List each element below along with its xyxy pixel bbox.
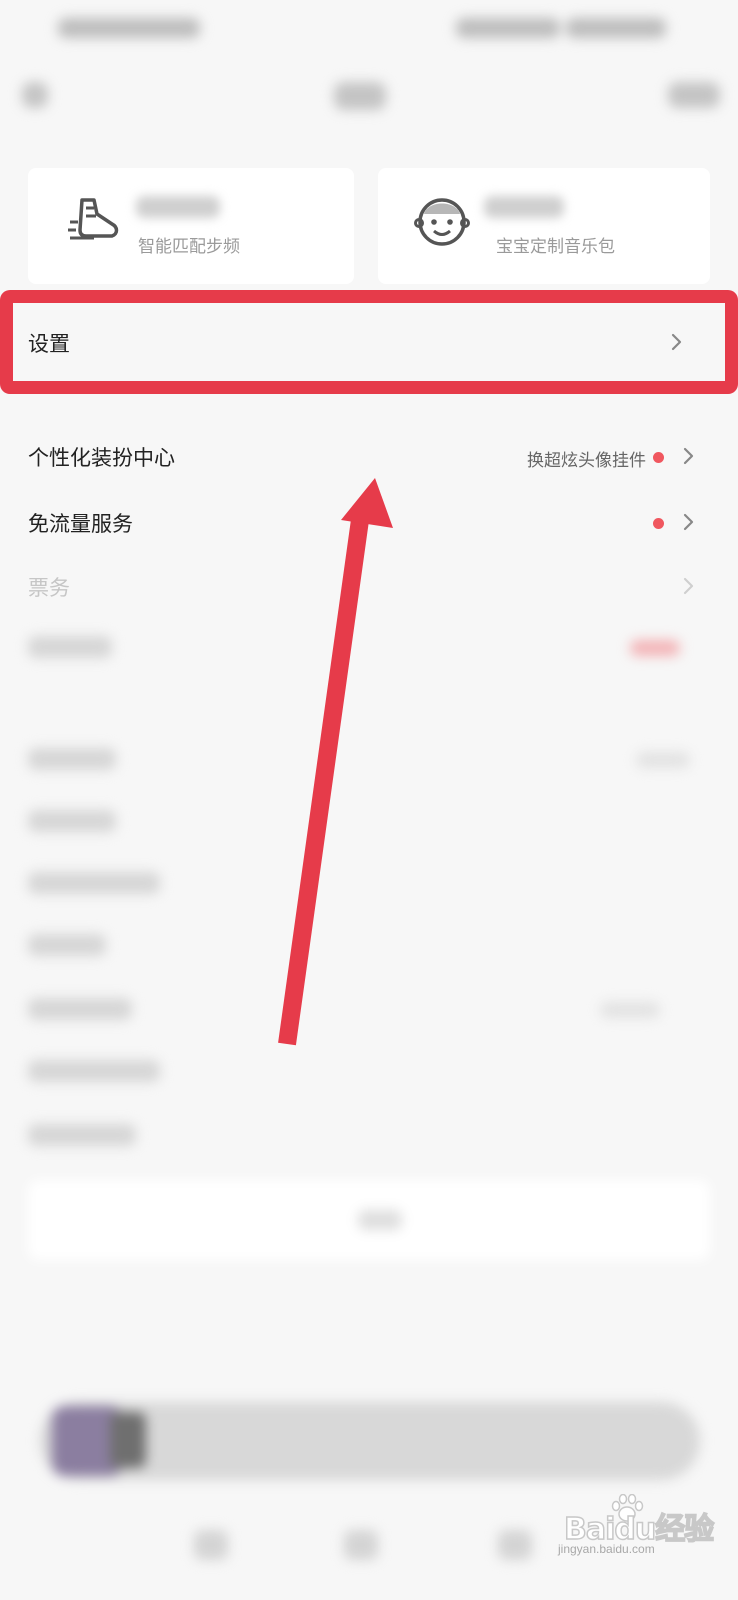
blurred-row bbox=[28, 636, 112, 658]
watermark: Baidu经验 jingyan.baidu.com bbox=[548, 1492, 728, 1566]
baby-card-title-blur bbox=[484, 196, 564, 218]
blurred-row bbox=[28, 810, 116, 832]
status-time-blur bbox=[58, 18, 200, 38]
settings-label: 设置 bbox=[28, 333, 70, 356]
baby-card[interactable]: 宝宝定制音乐包 bbox=[378, 168, 710, 284]
menu-label: 免流量服务 bbox=[28, 513, 133, 536]
mini-player[interactable] bbox=[40, 1402, 700, 1480]
blurred-row-right bbox=[600, 1002, 660, 1018]
logout-text-blur bbox=[358, 1210, 402, 1230]
album-cover-secondary bbox=[110, 1412, 146, 1468]
menu-row-personalize[interactable]: 个性化装扮中心 换超炫头像挂件 bbox=[0, 428, 738, 484]
menu-row-tickets[interactable]: 票务 bbox=[0, 558, 738, 614]
top-nav-bar bbox=[0, 64, 738, 128]
nav-action-blur[interactable] bbox=[668, 82, 720, 108]
menu-label: 票务 bbox=[28, 577, 70, 600]
running-card[interactable]: 智能匹配步频 bbox=[28, 168, 354, 284]
page-title-blur bbox=[334, 82, 386, 110]
blurred-row bbox=[28, 998, 132, 1020]
logout-card[interactable] bbox=[28, 1180, 710, 1260]
baby-card-subtitle: 宝宝定制音乐包 bbox=[496, 237, 615, 256]
watermark-site: jingyan.baidu.com bbox=[558, 1542, 655, 1556]
blurred-row bbox=[28, 934, 106, 956]
blurred-row bbox=[28, 1060, 160, 1082]
chevron-right-icon bbox=[683, 577, 694, 595]
status-bar bbox=[0, 0, 738, 56]
chevron-right-icon bbox=[671, 333, 682, 351]
running-card-subtitle: 智能匹配步频 bbox=[138, 237, 240, 256]
blurred-row bbox=[28, 1124, 136, 1146]
notification-dot bbox=[653, 452, 664, 463]
baby-face-icon bbox=[414, 198, 470, 246]
settings-row[interactable]: 设置 bbox=[0, 314, 738, 370]
blurred-row-right bbox=[630, 640, 680, 656]
blurred-row bbox=[28, 748, 116, 770]
chevron-right-icon bbox=[683, 447, 694, 465]
menu-row-free-data[interactable]: 免流量服务 bbox=[0, 494, 738, 550]
status-indicators-blur bbox=[456, 18, 560, 38]
running-card-title-blur bbox=[136, 196, 220, 218]
chevron-right-icon bbox=[683, 513, 694, 531]
tab-icon[interactable] bbox=[194, 1530, 228, 1560]
sneaker-icon bbox=[68, 198, 119, 240]
blurred-row-right bbox=[636, 752, 690, 768]
back-icon[interactable] bbox=[22, 82, 48, 108]
status-battery-blur bbox=[566, 18, 666, 38]
notification-dot bbox=[653, 518, 664, 529]
tab-icon[interactable] bbox=[498, 1530, 532, 1560]
tab-icon[interactable] bbox=[344, 1530, 378, 1560]
blurred-row bbox=[28, 872, 160, 894]
menu-right-text: 换超炫头像挂件 bbox=[527, 451, 646, 470]
menu-label: 个性化装扮中心 bbox=[28, 447, 175, 470]
feature-cards: 智能匹配步频 宝宝定制音乐包 bbox=[0, 168, 738, 288]
